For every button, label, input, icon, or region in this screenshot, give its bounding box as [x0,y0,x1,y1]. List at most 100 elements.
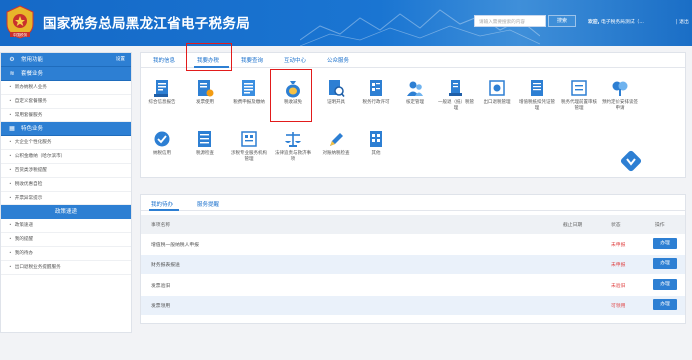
sidebar-item[interactable]: 新办纳税人业务 [1,81,131,95]
active-todo-underline [149,209,179,211]
tab-public-service[interactable]: 公众服务 [327,56,349,64]
func-label: 预约定价安排谈签申请 [602,100,638,111]
table-row: 发票验旧 未验旧 办理 [141,276,685,295]
table-row: 发票领用 可领用 办理 [141,296,685,315]
func-comprehensive-report[interactable]: 综合信息报告 [143,79,181,106]
sidebar-item[interactable]: 我的待办 [1,247,131,261]
tab-my-todo[interactable]: 我的待办 [151,200,173,208]
logout-label[interactable]: 退出 [679,20,689,25]
book-icon [154,80,168,97]
func-assessment[interactable]: 核定管理 [396,79,434,106]
top-header: 中国税务 国家税务总局黑龙江省电子税务局 请输入需要搜索的内容 搜索 欢迎, 电… [0,0,692,46]
tab-my-info[interactable]: 我的信息 [153,56,175,64]
func-declare-pay[interactable]: 税费申报及缴纳 [230,79,268,106]
sidebar-section-package[interactable]: ≋ 套餐业务 [1,67,131,81]
pen-icon [330,133,343,146]
func-other[interactable]: 其他 [357,130,395,157]
tab-highlight-box [186,43,232,71]
sidebar-section-label: 套餐业务 [21,71,44,77]
func-legal-remedy[interactable]: 法律追责与救济事项 [274,130,312,162]
welcome-text: 欢迎, 电子税务局测试（... [588,18,644,25]
other-icon [370,131,382,147]
certificate-icon [329,80,345,98]
col-name: 事项名称 [151,223,171,228]
invoice-icon [198,80,214,97]
func-certificate[interactable]: 证明开具 [317,79,355,106]
sidebar-section-special[interactable]: ▦ 特色业务 [1,122,131,137]
agent-icon [571,80,587,96]
func-vat-voucher[interactable]: 增值税抵扣凭证管理 [518,79,556,111]
func-label: 发票使用 [196,100,214,105]
handshake-icon [612,81,628,96]
func-export-refund[interactable]: 出口退税管理 [478,79,516,106]
sidebar-item[interactable]: 大企业个性化服务 [1,136,131,151]
func-label: 出口退税管理 [483,100,511,105]
form-icon [242,80,255,96]
sidebar-item[interactable]: 税收优惠自检 [1,178,131,192]
sidebar-item[interactable]: 自定义套餐服务 [1,95,131,109]
voucher-icon [531,80,543,96]
logout-link[interactable]: | 退出 [676,18,689,25]
row-status: 可领用 [611,304,626,309]
row-name: 发票验旧 [151,284,171,289]
func-label: 税务行政许可 [362,100,390,105]
func-admin-license[interactable]: 税务行政许可 [357,79,395,106]
todo-tabs: 我的待办 服务提醒 [141,195,685,211]
func-label: 税务代理前置审核管理 [561,100,597,111]
row-status: 未申报 [611,243,626,248]
site-title: 国家税务总局黑龙江省电子税务局 [43,16,250,32]
welcome-user: 电子税务局测试（... [600,20,644,25]
settings-link[interactable]: 设置 [116,53,125,67]
sidebar-item[interactable]: 百货类涉税提醒 [1,164,131,178]
handle-button[interactable]: 办理 [653,258,677,269]
func-label: 核定管理 [406,100,424,105]
func-account-check[interactable]: 对账纳税检查 [317,130,355,157]
icon-highlight-box [270,69,312,122]
sidebar-item[interactable]: 出口退税业务提醒服务 [1,261,131,275]
todo-panel: 我的待办 服务提醒 事项名称 截止日期 状态 操作 增值税一般纳税人申报 未申报… [140,194,686,324]
sidebar-item[interactable]: 公积金缴纳（哈尔滨市） [1,150,131,164]
handle-button[interactable]: 办理 [653,238,677,249]
row-status: 未申报 [611,263,626,268]
func-pricing-agreement[interactable]: 预约定价安排谈签申请 [601,79,639,111]
sidebar-item[interactable]: 我的提醒 [1,233,131,247]
sidebar-item[interactable]: 政策速递 [1,219,131,234]
search-button[interactable]: 搜索 [548,15,576,27]
func-label: 一般退（抵）税管理 [438,100,474,111]
row-name: 财务报表报送 [151,263,180,268]
tab-service-reminder[interactable]: 服务提醒 [197,200,219,208]
tab-query[interactable]: 我要查询 [241,56,263,64]
export-icon [489,80,505,96]
logo-text: 中国税务 [13,32,28,37]
func-credit[interactable]: 纳税信用 [143,130,181,157]
handle-button[interactable]: 办理 [653,299,677,310]
tax-emblem-logo: 中国税务 [6,5,34,39]
sidebar-section-policy[interactable]: 政策速递 [1,205,131,220]
func-label: 对账纳税检查 [322,151,350,156]
users-icon [407,81,423,96]
row-name: 发票领用 [151,304,171,309]
func-label: 综合信息报告 [148,100,176,105]
func-label: 涉税专业服务机构管理 [231,151,267,162]
institution-icon [241,131,257,147]
refund-icon [449,80,462,96]
handle-button[interactable]: 办理 [653,279,677,290]
sidebar-item[interactable]: 常用套餐服务 [1,109,131,123]
func-label: 增值税抵扣凭证管理 [519,100,555,111]
collapse-arrow-icon[interactable] [620,150,642,172]
func-agent-review[interactable]: 税务代理前置审核管理 [560,79,598,111]
func-invoice-use[interactable]: 发票使用 [186,79,224,106]
func-refund[interactable]: 一般退（抵）税管理 [437,79,475,111]
layers-icon: ≋ [9,70,15,77]
func-inspection[interactable]: 税源检查 [186,130,224,157]
logout-divider: | [676,20,678,25]
sidebar-section-common[interactable]: ⚙ 常用功能 设置 [1,53,131,67]
table-header: 事项名称 截止日期 状态 操作 [141,215,685,234]
func-institution[interactable]: 涉税专业服务机构管理 [230,130,268,162]
gear-icon: ⚙ [9,56,15,63]
col-deadline: 截止日期 [563,223,583,228]
tab-interaction[interactable]: 互动中心 [284,56,306,64]
search-input[interactable]: 请输入需要搜索的内容 [474,15,546,27]
seal-icon [370,80,382,96]
sidebar-item[interactable]: 开票异常提示 [1,192,131,206]
